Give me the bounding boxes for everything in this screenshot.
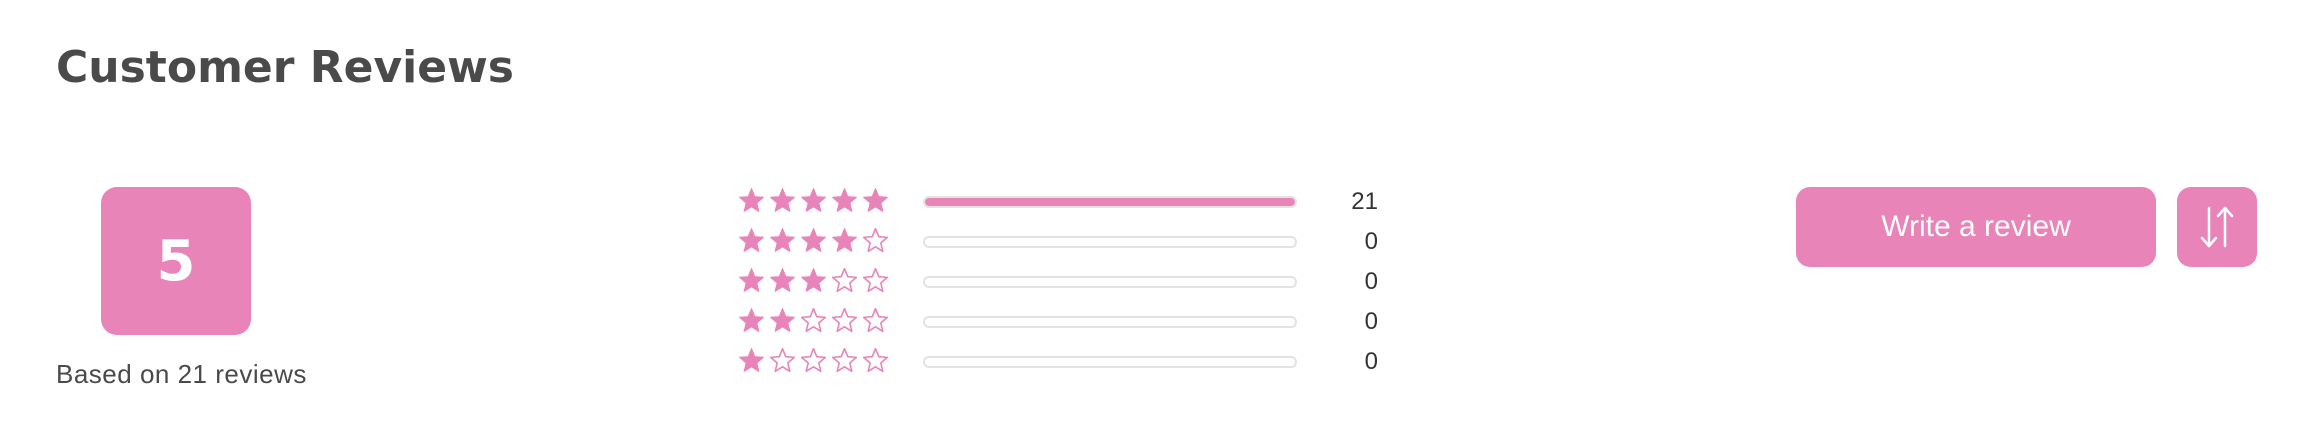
star-filled-icon bbox=[770, 188, 795, 212]
star-filled-icon bbox=[832, 228, 857, 252]
star-outline-icon bbox=[862, 267, 889, 293]
star-filled-icon bbox=[801, 268, 826, 292]
histogram-bar-track bbox=[923, 356, 1297, 368]
histogram-count: 0 bbox=[1364, 348, 1378, 375]
star-rating-1 bbox=[738, 347, 893, 377]
star-outline-icon bbox=[831, 267, 858, 293]
star-outline-icon bbox=[862, 227, 889, 253]
star-outline-icon bbox=[831, 347, 858, 373]
star-filled-icon bbox=[739, 268, 764, 292]
average-rating-badge: 5 bbox=[101, 187, 251, 335]
star-outline-icon bbox=[800, 347, 827, 373]
histogram-bar-track bbox=[923, 236, 1297, 248]
histogram-bar-fill bbox=[925, 198, 1295, 206]
page-title: Customer Reviews bbox=[56, 42, 514, 93]
star-outline-icon bbox=[862, 307, 889, 333]
write-review-button[interactable]: Write a review bbox=[1796, 187, 2156, 267]
star-filled-icon bbox=[739, 188, 764, 212]
histogram-bar-track bbox=[923, 316, 1297, 328]
sort-arrows-icon bbox=[2200, 206, 2234, 248]
star-outline-icon bbox=[800, 307, 827, 333]
histogram-count: 0 bbox=[1364, 228, 1378, 255]
histogram-row-5-stars[interactable]: 21 bbox=[738, 187, 1398, 217]
star-filled-icon bbox=[832, 188, 857, 212]
star-outline-icon bbox=[862, 347, 889, 373]
average-rating-value: 5 bbox=[156, 228, 196, 294]
star-filled-icon bbox=[801, 228, 826, 252]
star-rating-2 bbox=[738, 307, 893, 337]
star-filled-icon bbox=[739, 348, 764, 372]
histogram-bar-track bbox=[923, 196, 1297, 208]
sort-button[interactable] bbox=[2177, 187, 2257, 267]
star-rating-5 bbox=[738, 187, 893, 217]
star-rating-3 bbox=[738, 267, 893, 297]
histogram-row-4-stars[interactable]: 0 bbox=[738, 227, 1398, 257]
star-filled-icon bbox=[770, 308, 795, 332]
histogram-count: 21 bbox=[1351, 188, 1378, 215]
histogram-row-3-stars[interactable]: 0 bbox=[738, 267, 1398, 297]
star-rating-4 bbox=[738, 227, 893, 257]
star-filled-icon bbox=[739, 308, 764, 332]
histogram-row-2-stars[interactable]: 0 bbox=[738, 307, 1398, 337]
star-filled-icon bbox=[863, 188, 888, 212]
star-outline-icon bbox=[769, 347, 796, 373]
review-count-text: Based on 21 reviews bbox=[56, 359, 307, 389]
star-filled-icon bbox=[801, 188, 826, 212]
histogram-bar-track bbox=[923, 276, 1297, 288]
histogram-count: 0 bbox=[1364, 308, 1378, 335]
histogram-count: 0 bbox=[1364, 268, 1378, 295]
star-filled-icon bbox=[770, 268, 795, 292]
histogram-row-1-star[interactable]: 0 bbox=[738, 347, 1398, 377]
star-outline-icon bbox=[831, 307, 858, 333]
star-filled-icon bbox=[770, 228, 795, 252]
star-filled-icon bbox=[739, 228, 764, 252]
